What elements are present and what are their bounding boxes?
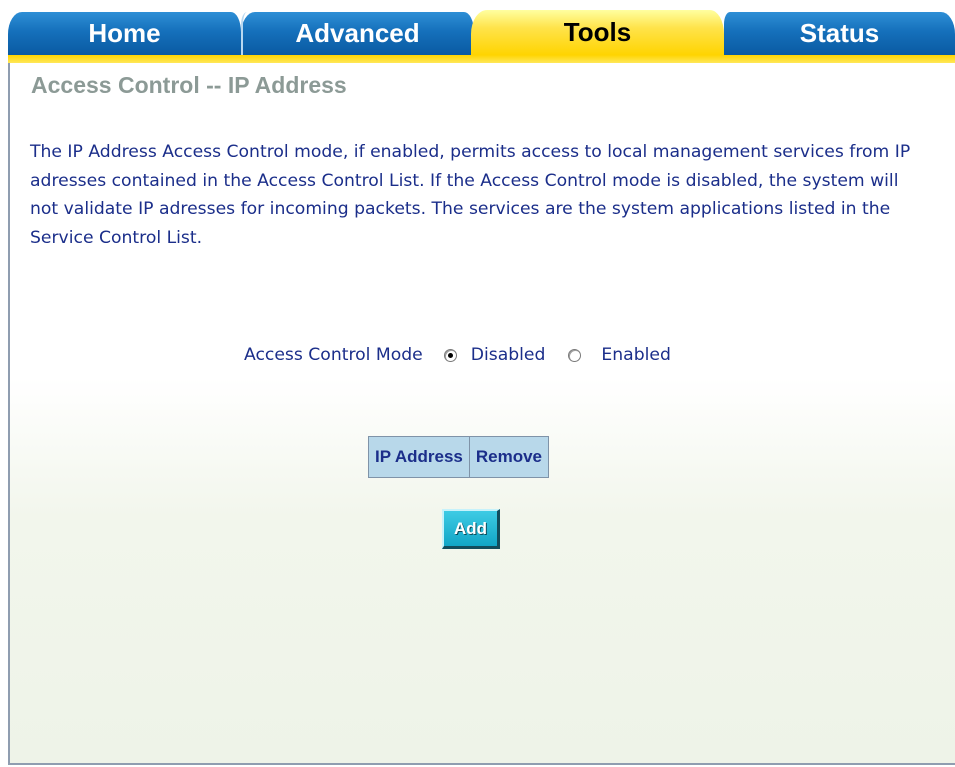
access-control-list-table: IP Address Remove	[368, 436, 550, 478]
disabled-radio[interactable]	[443, 348, 457, 362]
top-navigation-tabs: Home Advanced Tools Status	[8, 8, 955, 55]
add-button[interactable]: Add	[442, 509, 500, 549]
page-description: The IP Address Access Control mode, if e…	[30, 142, 911, 248]
access-control-mode-row: Access Control Mode Disabled Enabled	[244, 341, 671, 369]
enabled-radio[interactable]	[568, 348, 582, 362]
active-tab-underline	[8, 55, 955, 63]
column-header-remove: Remove	[468, 436, 550, 478]
page-title: Access Control -- IP Address	[31, 72, 347, 98]
tab-tools[interactable]: Tools	[471, 10, 724, 55]
disabled-radio-label: Disabled	[470, 345, 546, 365]
column-header-ip-address: IP Address	[368, 436, 470, 478]
table-header-row: IP Address Remove	[368, 436, 550, 478]
tab-status[interactable]: Status	[724, 12, 955, 55]
access-control-mode-label: Access Control Mode	[244, 345, 423, 365]
tab-advanced[interactable]: Advanced	[241, 12, 474, 55]
enabled-radio-label: Enabled	[601, 345, 671, 365]
tab-home[interactable]: Home	[8, 12, 241, 55]
tab-divider	[241, 12, 247, 55]
